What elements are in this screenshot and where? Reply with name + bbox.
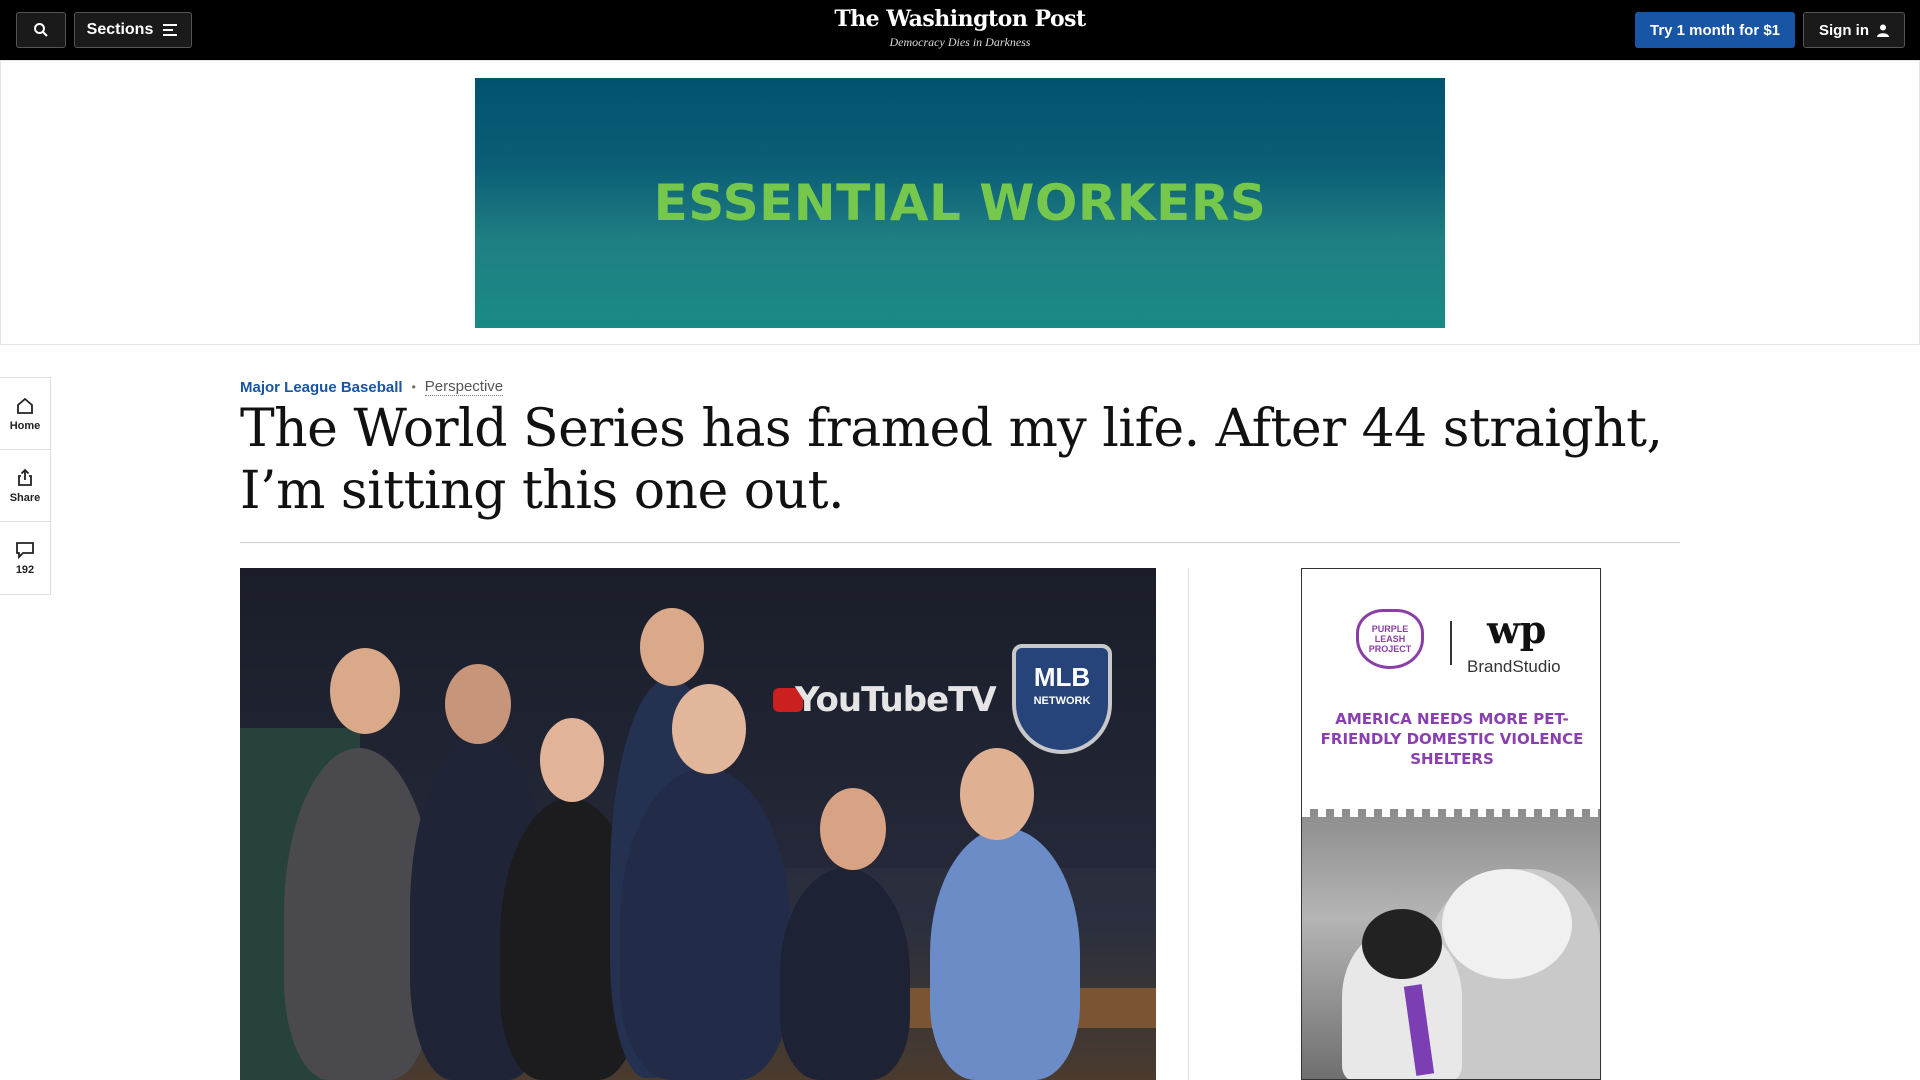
logo-separator	[1450, 621, 1452, 665]
mlb-logo-subtext: NETWORK	[1033, 695, 1091, 707]
person-head	[672, 684, 746, 774]
share-icon	[18, 468, 32, 486]
rail-comments-button[interactable]: 192	[0, 522, 50, 594]
section-link[interactable]: Major League Baseball	[240, 379, 403, 396]
search-button[interactable]	[16, 12, 66, 48]
logo-tagline: Democracy Dies in Darkness	[889, 35, 1031, 49]
person-head	[445, 664, 511, 744]
search-icon	[34, 23, 48, 37]
sign-in-label: Sign in	[1819, 21, 1869, 39]
person-head	[640, 608, 704, 686]
column-divider	[1188, 568, 1189, 1080]
purple-leash-logo: PURPLE LEASH PROJECT	[1356, 609, 1424, 669]
mlb-logo-text: MLB	[1033, 662, 1091, 692]
kicker-separator: •	[411, 380, 416, 394]
menu-icon	[163, 24, 178, 36]
rail-share-label: Share	[9, 491, 41, 504]
photo-wall-brand: YouTubeTV	[795, 680, 997, 720]
left-rail: Home Share 192	[0, 377, 51, 595]
rail-comments-count: 192	[15, 564, 35, 576]
person-figure	[620, 768, 790, 1080]
mlb-network-logo: MLB NETWORK	[1012, 644, 1112, 754]
rail-home-button[interactable]: Home	[0, 378, 50, 450]
person-head	[820, 788, 886, 870]
side-ad[interactable]: PURPLE LEASH PROJECT wp BrandStudio AMER…	[1301, 568, 1601, 1080]
woman-hair	[1442, 869, 1572, 979]
sign-in-button[interactable]: Sign in	[1803, 12, 1905, 48]
sections-button[interactable]: Sections	[74, 12, 192, 48]
person-head	[330, 648, 400, 734]
article-headline: The World Series has framed my life. Aft…	[240, 399, 1663, 521]
side-ad-photo	[1302, 803, 1600, 1079]
dog-face	[1362, 909, 1442, 979]
user-icon	[1877, 24, 1889, 37]
top-ad-headline: ESSENTIAL WORKERS	[653, 174, 1267, 232]
wp-logo: wp	[1487, 607, 1547, 652]
home-icon	[17, 397, 33, 414]
rail-share-button[interactable]: Share	[0, 450, 50, 522]
top-ad-container: ESSENTIAL WORKERS	[0, 60, 1920, 345]
top-ad-banner[interactable]: ESSENTIAL WORKERS	[475, 78, 1445, 328]
person-head	[540, 718, 604, 802]
hero-photo[interactable]: YouTubeTV MLB NETWORK	[240, 568, 1156, 1080]
site-logo[interactable]: The Washington Post Democracy Dies in Da…	[760, 6, 1160, 50]
headline-divider	[240, 542, 1680, 543]
perspective-label[interactable]: Perspective	[424, 378, 504, 396]
person-figure	[780, 868, 910, 1080]
side-ad-message: AMERICA NEEDS MORE PET-FRIENDLY DOMESTIC…	[1320, 710, 1584, 768]
rail-home-label: Home	[9, 419, 41, 432]
person-head	[960, 748, 1034, 840]
person-figure	[930, 828, 1080, 1080]
article-kicker: Major League Baseball • Perspective	[240, 378, 504, 396]
side-ad-logos: PURPLE LEASH PROJECT wp BrandStudio	[1302, 607, 1600, 699]
subscribe-button[interactable]: Try 1 month for $1	[1635, 12, 1795, 48]
top-nav-bar: Sections The Washington Post Democracy D…	[0, 0, 1920, 60]
comment-icon	[16, 542, 34, 560]
logo-name: The Washington Post	[834, 6, 1086, 32]
brandstudio-label: BrandStudio	[1467, 657, 1561, 676]
torn-edge	[1302, 803, 1600, 817]
sections-label: Sections	[86, 21, 154, 38]
